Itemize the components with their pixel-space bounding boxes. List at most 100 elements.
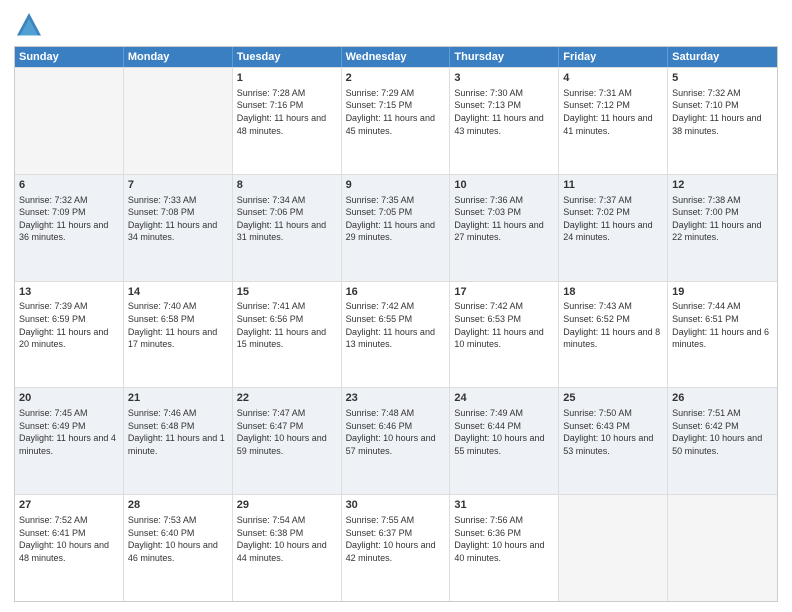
cell-info: Sunrise: 7:29 AMSunset: 7:15 PMDaylight:… [346, 87, 446, 137]
calendar-week-row: 1Sunrise: 7:28 AMSunset: 7:16 PMDaylight… [15, 67, 777, 174]
cell-info: Sunrise: 7:54 AMSunset: 6:38 PMDaylight:… [237, 514, 337, 564]
calendar-cell: 31Sunrise: 7:56 AMSunset: 6:36 PMDayligh… [450, 495, 559, 601]
cell-info: Sunrise: 7:32 AMSunset: 7:10 PMDaylight:… [672, 87, 773, 137]
calendar-cell: 25Sunrise: 7:50 AMSunset: 6:43 PMDayligh… [559, 388, 668, 494]
cell-day-number: 11 [563, 178, 663, 193]
calendar-cell: 29Sunrise: 7:54 AMSunset: 6:38 PMDayligh… [233, 495, 342, 601]
calendar-cell: 3Sunrise: 7:30 AMSunset: 7:13 PMDaylight… [450, 68, 559, 174]
cell-info: Sunrise: 7:50 AMSunset: 6:43 PMDaylight:… [563, 407, 663, 457]
calendar-cell: 21Sunrise: 7:46 AMSunset: 6:48 PMDayligh… [124, 388, 233, 494]
calendar-cell: 12Sunrise: 7:38 AMSunset: 7:00 PMDayligh… [668, 175, 777, 281]
calendar-cell: 8Sunrise: 7:34 AMSunset: 7:06 PMDaylight… [233, 175, 342, 281]
cell-info: Sunrise: 7:56 AMSunset: 6:36 PMDaylight:… [454, 514, 554, 564]
cell-info: Sunrise: 7:33 AMSunset: 7:08 PMDaylight:… [128, 194, 228, 244]
day-header-monday: Monday [124, 47, 233, 67]
cell-info: Sunrise: 7:49 AMSunset: 6:44 PMDaylight:… [454, 407, 554, 457]
calendar-cell: 18Sunrise: 7:43 AMSunset: 6:52 PMDayligh… [559, 282, 668, 388]
cell-day-number: 10 [454, 178, 554, 193]
cell-day-number: 12 [672, 178, 773, 193]
calendar-cell: 30Sunrise: 7:55 AMSunset: 6:37 PMDayligh… [342, 495, 451, 601]
calendar-cell: 28Sunrise: 7:53 AMSunset: 6:40 PMDayligh… [124, 495, 233, 601]
calendar-cell: 16Sunrise: 7:42 AMSunset: 6:55 PMDayligh… [342, 282, 451, 388]
day-header-sunday: Sunday [15, 47, 124, 67]
cell-day-number: 27 [19, 498, 119, 513]
calendar-cell: 9Sunrise: 7:35 AMSunset: 7:05 PMDaylight… [342, 175, 451, 281]
cell-info: Sunrise: 7:52 AMSunset: 6:41 PMDaylight:… [19, 514, 119, 564]
cell-day-number: 15 [237, 285, 337, 300]
calendar-cell: 4Sunrise: 7:31 AMSunset: 7:12 PMDaylight… [559, 68, 668, 174]
cell-info: Sunrise: 7:31 AMSunset: 7:12 PMDaylight:… [563, 87, 663, 137]
cell-info: Sunrise: 7:32 AMSunset: 7:09 PMDaylight:… [19, 194, 119, 244]
cell-info: Sunrise: 7:37 AMSunset: 7:02 PMDaylight:… [563, 194, 663, 244]
cell-day-number: 1 [237, 71, 337, 86]
calendar-week-row: 6Sunrise: 7:32 AMSunset: 7:09 PMDaylight… [15, 174, 777, 281]
cell-day-number: 25 [563, 391, 663, 406]
calendar-cell: 23Sunrise: 7:48 AMSunset: 6:46 PMDayligh… [342, 388, 451, 494]
cell-day-number: 21 [128, 391, 228, 406]
cell-info: Sunrise: 7:42 AMSunset: 6:53 PMDaylight:… [454, 300, 554, 350]
cell-info: Sunrise: 7:48 AMSunset: 6:46 PMDaylight:… [346, 407, 446, 457]
calendar-body: 1Sunrise: 7:28 AMSunset: 7:16 PMDaylight… [15, 67, 777, 601]
calendar-cell: 2Sunrise: 7:29 AMSunset: 7:15 PMDaylight… [342, 68, 451, 174]
day-header-thursday: Thursday [450, 47, 559, 67]
cell-info: Sunrise: 7:35 AMSunset: 7:05 PMDaylight:… [346, 194, 446, 244]
cell-day-number: 26 [672, 391, 773, 406]
cell-day-number: 3 [454, 71, 554, 86]
cell-day-number: 30 [346, 498, 446, 513]
cell-day-number: 2 [346, 71, 446, 86]
calendar-cell: 5Sunrise: 7:32 AMSunset: 7:10 PMDaylight… [668, 68, 777, 174]
cell-info: Sunrise: 7:34 AMSunset: 7:06 PMDaylight:… [237, 194, 337, 244]
logo-icon [14, 10, 44, 40]
header [14, 10, 778, 40]
cell-info: Sunrise: 7:51 AMSunset: 6:42 PMDaylight:… [672, 407, 773, 457]
calendar-cell: 7Sunrise: 7:33 AMSunset: 7:08 PMDaylight… [124, 175, 233, 281]
cell-info: Sunrise: 7:46 AMSunset: 6:48 PMDaylight:… [128, 407, 228, 457]
cell-info: Sunrise: 7:28 AMSunset: 7:16 PMDaylight:… [237, 87, 337, 137]
day-header-saturday: Saturday [668, 47, 777, 67]
cell-day-number: 6 [19, 178, 119, 193]
cell-day-number: 29 [237, 498, 337, 513]
calendar-cell: 19Sunrise: 7:44 AMSunset: 6:51 PMDayligh… [668, 282, 777, 388]
cell-info: Sunrise: 7:55 AMSunset: 6:37 PMDaylight:… [346, 514, 446, 564]
calendar-cell: 24Sunrise: 7:49 AMSunset: 6:44 PMDayligh… [450, 388, 559, 494]
cell-day-number: 24 [454, 391, 554, 406]
calendar: SundayMondayTuesdayWednesdayThursdayFrid… [14, 46, 778, 602]
calendar-cell [668, 495, 777, 601]
cell-info: Sunrise: 7:36 AMSunset: 7:03 PMDaylight:… [454, 194, 554, 244]
cell-day-number: 4 [563, 71, 663, 86]
calendar-cell: 22Sunrise: 7:47 AMSunset: 6:47 PMDayligh… [233, 388, 342, 494]
cell-info: Sunrise: 7:44 AMSunset: 6:51 PMDaylight:… [672, 300, 773, 350]
calendar-cell: 20Sunrise: 7:45 AMSunset: 6:49 PMDayligh… [15, 388, 124, 494]
day-header-tuesday: Tuesday [233, 47, 342, 67]
calendar-cell: 10Sunrise: 7:36 AMSunset: 7:03 PMDayligh… [450, 175, 559, 281]
calendar-cell [15, 68, 124, 174]
cell-info: Sunrise: 7:39 AMSunset: 6:59 PMDaylight:… [19, 300, 119, 350]
logo [14, 10, 48, 40]
cell-info: Sunrise: 7:38 AMSunset: 7:00 PMDaylight:… [672, 194, 773, 244]
cell-day-number: 23 [346, 391, 446, 406]
cell-day-number: 17 [454, 285, 554, 300]
calendar-cell: 6Sunrise: 7:32 AMSunset: 7:09 PMDaylight… [15, 175, 124, 281]
cell-info: Sunrise: 7:53 AMSunset: 6:40 PMDaylight:… [128, 514, 228, 564]
calendar-cell [124, 68, 233, 174]
cell-day-number: 19 [672, 285, 773, 300]
calendar-cell [559, 495, 668, 601]
cell-day-number: 31 [454, 498, 554, 513]
cell-info: Sunrise: 7:30 AMSunset: 7:13 PMDaylight:… [454, 87, 554, 137]
cell-day-number: 9 [346, 178, 446, 193]
cell-day-number: 5 [672, 71, 773, 86]
calendar-cell: 17Sunrise: 7:42 AMSunset: 6:53 PMDayligh… [450, 282, 559, 388]
cell-day-number: 28 [128, 498, 228, 513]
cell-day-number: 14 [128, 285, 228, 300]
cell-info: Sunrise: 7:40 AMSunset: 6:58 PMDaylight:… [128, 300, 228, 350]
cell-info: Sunrise: 7:41 AMSunset: 6:56 PMDaylight:… [237, 300, 337, 350]
calendar-week-row: 20Sunrise: 7:45 AMSunset: 6:49 PMDayligh… [15, 387, 777, 494]
page: SundayMondayTuesdayWednesdayThursdayFrid… [0, 0, 792, 612]
cell-day-number: 16 [346, 285, 446, 300]
cell-info: Sunrise: 7:47 AMSunset: 6:47 PMDaylight:… [237, 407, 337, 457]
calendar-header-row: SundayMondayTuesdayWednesdayThursdayFrid… [15, 47, 777, 67]
cell-day-number: 8 [237, 178, 337, 193]
calendar-week-row: 13Sunrise: 7:39 AMSunset: 6:59 PMDayligh… [15, 281, 777, 388]
calendar-cell: 15Sunrise: 7:41 AMSunset: 6:56 PMDayligh… [233, 282, 342, 388]
calendar-cell: 27Sunrise: 7:52 AMSunset: 6:41 PMDayligh… [15, 495, 124, 601]
